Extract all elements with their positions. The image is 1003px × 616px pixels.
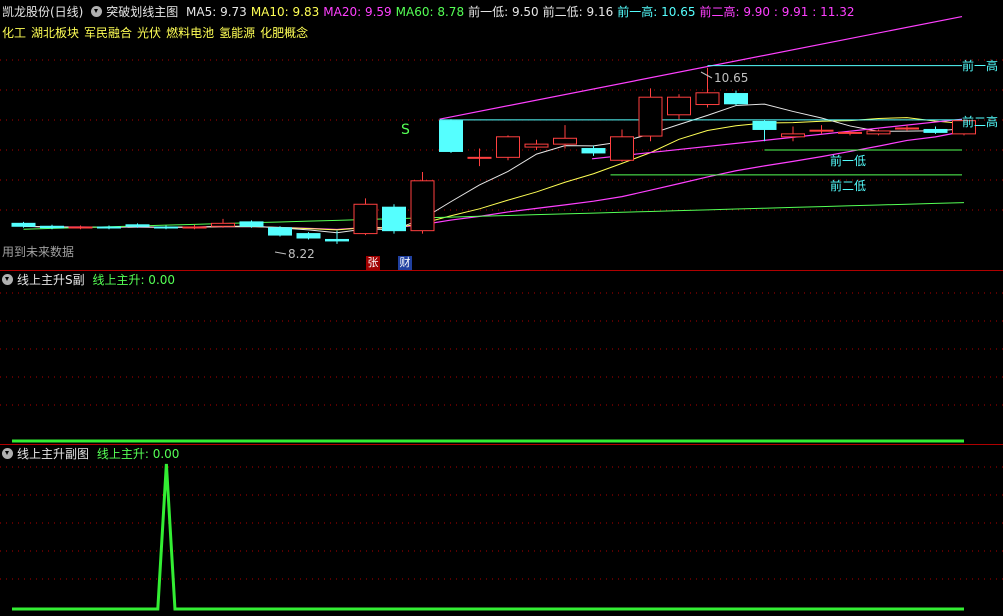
- candle-body: [496, 136, 520, 158]
- candle-body: [11, 222, 36, 227]
- min-price-pointer: [274, 251, 287, 255]
- candle-body: [838, 131, 862, 134]
- candle-body: [182, 226, 207, 229]
- candle-body: [40, 225, 64, 229]
- sub-pane-2[interactable]: 线上主升副图 线上主升: 0.00: [0, 445, 1003, 616]
- candle-body: [325, 238, 349, 242]
- candle-body: [268, 227, 292, 236]
- candle-body: [752, 120, 777, 130]
- candle-body: [895, 127, 919, 130]
- ma5-line: [23, 103, 965, 234]
- prev-high2-label: 前二高: [962, 114, 998, 129]
- sub2-signal-line: [12, 463, 964, 611]
- candle-body: [695, 92, 720, 106]
- main-chart-pane[interactable]: 凯龙股份(日线) 突破划线主图 MA5: 9.73 MA10: 9.83 MA20:…: [0, 0, 1003, 270]
- candle-body: [467, 156, 492, 159]
- candle-body: [410, 180, 435, 232]
- sub1-chart[interactable]: [0, 271, 1003, 444]
- candle-body: [866, 130, 891, 135]
- candle-body: [553, 137, 577, 145]
- zhang-tag[interactable]: 张: [366, 256, 380, 270]
- candle-body: [638, 96, 663, 137]
- candle-body: [809, 129, 834, 132]
- prev-low1-label: 前一低: [830, 153, 866, 168]
- candle-body: [211, 222, 235, 227]
- candle-body: [724, 93, 748, 105]
- candle-body: [296, 233, 321, 239]
- prev-high1-label: 前一高: [962, 58, 998, 73]
- candle-body: [239, 221, 264, 227]
- ma60-line: [23, 202, 965, 230]
- min-price-label: 8.22: [288, 247, 315, 261]
- signal-s-label: S: [401, 122, 410, 138]
- candle-body: [667, 96, 691, 116]
- candle-body: [610, 136, 634, 161]
- prev-low2-label: 前二低: [830, 178, 866, 193]
- candle-body: [524, 143, 549, 148]
- sub2-chart[interactable]: [0, 445, 1003, 616]
- candle-body: [154, 226, 178, 229]
- candle-body: [125, 224, 150, 227]
- candle-body: [68, 226, 93, 229]
- candle-body: [439, 120, 463, 152]
- sub-pane-1[interactable]: 线上主升S副 线上主升: 0.00: [0, 271, 1003, 444]
- candle-body: [97, 226, 121, 229]
- candle-body: [581, 148, 606, 154]
- candle-body: [353, 203, 378, 235]
- candle-body: [382, 206, 406, 232]
- candle-body: [923, 128, 948, 133]
- max-price-pointer: [700, 71, 713, 79]
- cai-tag[interactable]: 财: [398, 256, 412, 270]
- max-price-label: 10.65: [714, 71, 748, 85]
- candlestick-chart[interactable]: 前一高前二高前一低前二低 10.65 8.22 S: [0, 0, 1003, 270]
- candle-body: [781, 133, 805, 138]
